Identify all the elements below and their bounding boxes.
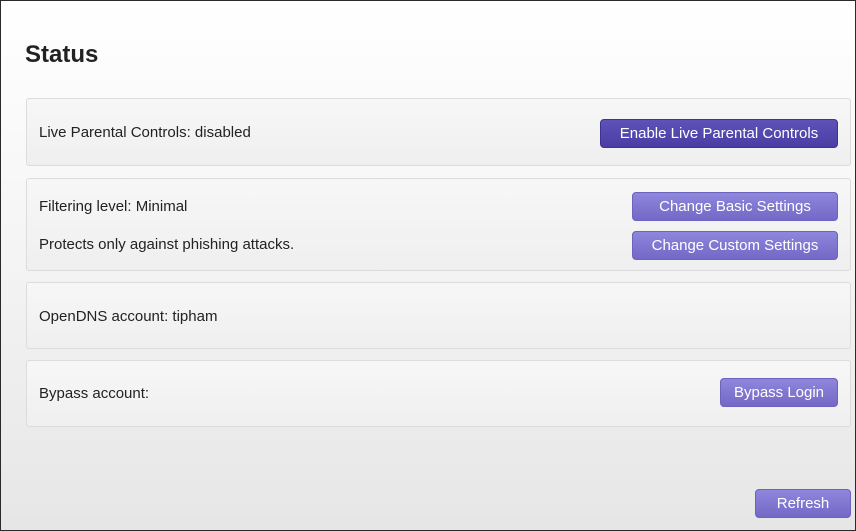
enable-parental-controls-button[interactable]: Enable Live Parental Controls [600,119,838,148]
opendns-account-panel: OpenDNS account: tipham [26,282,851,349]
parental-controls-status: Live Parental Controls: disabled [39,124,251,141]
parental-controls-value: disabled [194,124,251,141]
opendns-account-value: tipham [172,308,218,325]
page-title: Status [25,41,99,68]
opendns-account: OpenDNS account: tipham [39,308,217,325]
change-basic-settings-button[interactable]: Change Basic Settings [632,192,838,221]
bypass-login-button[interactable]: Bypass Login [720,378,838,407]
filtering-level-label: Filtering level: [39,198,132,215]
status-window: Status Live Parental Controls: disabled … [0,0,856,531]
bypass-account-panel: Bypass account: Bypass Login [26,360,851,427]
change-custom-settings-button[interactable]: Change Custom Settings [632,231,838,260]
bypass-account-label: Bypass account: [39,385,150,402]
parental-controls-panel: Live Parental Controls: disabled Enable … [26,98,851,166]
filtering-panel: Filtering level: Minimal Protects only a… [26,178,851,271]
filtering-level-value: Minimal [135,198,188,215]
filtering-level: Filtering level: Minimal [39,198,187,215]
opendns-account-label: OpenDNS account: [39,308,169,325]
parental-controls-label: Live Parental Controls: [39,124,191,141]
refresh-button[interactable]: Refresh [755,489,851,518]
filtering-description: Protects only against phishing attacks. [39,236,295,253]
